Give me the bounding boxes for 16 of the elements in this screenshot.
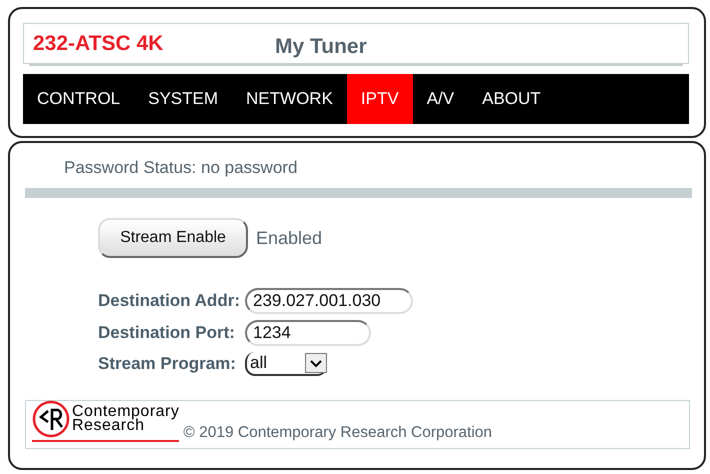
copyright-text: © 2019 Contemporary Research Corporation: [183, 424, 492, 442]
field-label: Stream Program:: [98, 354, 237, 374]
password-status: Password Status: no password: [63, 157, 298, 179]
field-label: Destination Addr:: [98, 291, 240, 311]
logo-mark-icon: [32, 400, 70, 438]
text-field[interactable]: 1234: [244, 320, 371, 346]
field-label: Destination Port:: [98, 323, 236, 343]
company-logo: Contemporary Research: [32, 400, 180, 442]
text-field[interactable]: 239.027.001.030: [244, 288, 413, 314]
device-name: My Tuner: [275, 34, 367, 58]
caret-icon: [304, 353, 327, 373]
nav-tab[interactable]: IPTV: [346, 74, 413, 124]
stream-enable-button[interactable]: Stream Enable: [98, 218, 248, 258]
stream-status: Enabled: [256, 228, 322, 248]
model-name: 232-ATSC 4K: [33, 32, 164, 56]
program-dropdown[interactable]: all: [244, 352, 327, 376]
